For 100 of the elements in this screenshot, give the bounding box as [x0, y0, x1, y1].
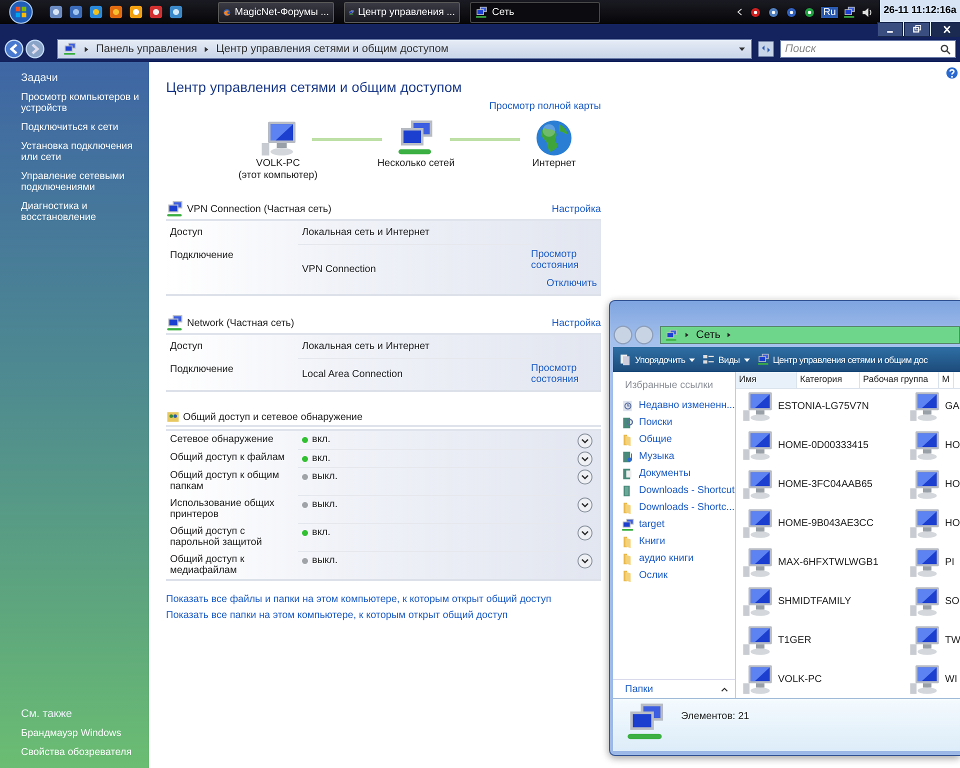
restore-button[interactable]: [904, 22, 930, 37]
expand-button[interactable]: [577, 553, 593, 569]
favorite-link[interactable]: Ослик: [613, 567, 735, 584]
address-field[interactable]: Сеть: [660, 326, 960, 344]
sidebar-link[interactable]: Подключиться к сети: [21, 122, 149, 133]
expand-button[interactable]: [577, 525, 593, 541]
favorite-link[interactable]: Документы: [613, 465, 735, 482]
item-label[interactable]: HO: [945, 518, 960, 528]
refresh-button[interactable]: [758, 40, 774, 58]
favorite-link[interactable]: Книги: [613, 533, 735, 550]
expand-button[interactable]: [577, 451, 593, 467]
sidebar-link[interactable]: Просмотр компьютеров и устройств: [21, 92, 149, 114]
pages-icon: [619, 353, 632, 366]
tray-icon: [785, 6, 798, 18]
item-label[interactable]: ESTONIA-LG75V7N: [778, 400, 869, 412]
settings-link[interactable]: Настройка: [552, 204, 601, 214]
toolbar-button[interactable]: Центр управления сетями и общим дос: [756, 353, 928, 366]
status-text: выкл.: [312, 471, 338, 482]
sidebar-link[interactable]: Управление сетевыми подключениями: [21, 171, 149, 193]
node-label: VOLK-PC: [256, 158, 300, 170]
setting-label: Сетевое обнаружение: [169, 433, 274, 447]
status-link[interactable]: Отключить: [546, 278, 597, 289]
search-field[interactable]: Поиск: [780, 40, 956, 58]
breadcrumb-item[interactable]: Панель управления: [96, 43, 198, 55]
expand-button[interactable]: [577, 433, 593, 449]
favorite-link[interactable]: Downloads - Shortc...: [613, 499, 735, 516]
favorite-link[interactable]: Недавно измененн...: [613, 397, 735, 414]
speaker-icon: [861, 6, 874, 18]
row-value: VPN Connection: [302, 264, 376, 275]
clock-icon: [621, 399, 635, 413]
item-label[interactable]: PI: [945, 556, 954, 568]
launcher-icon[interactable]: [89, 5, 103, 19]
taskbar-button[interactable]: MagicNet-Форумы ...: [218, 2, 334, 22]
favorite-link[interactable]: Поиски: [613, 414, 735, 431]
settings-link[interactable]: Настройка: [552, 318, 601, 328]
breadcrumb-item[interactable]: Сеть: [696, 329, 720, 341]
chevron-icon[interactable]: [736, 7, 744, 17]
setting-label: Общий доступ с парольной защитой: [169, 525, 263, 550]
clock: 26-11 11:12:16а: [884, 4, 956, 16]
share-link[interactable]: Показать все папки на этом компьютере, к которым открыт общий доступ: [166, 610, 601, 621]
network-icon: [475, 6, 488, 18]
sidebar-link[interactable]: Установка подключения или сети: [21, 141, 149, 163]
help-button[interactable]: [946, 67, 958, 79]
status-link[interactable]: Просмотр состояния: [531, 249, 597, 271]
item-label[interactable]: HOME-9B043AE3CC: [778, 518, 874, 528]
item-label[interactable]: HO: [945, 478, 960, 490]
close-button[interactable]: [931, 22, 960, 37]
item-label[interactable]: T1GER: [778, 634, 812, 646]
row-label: Подключение: [169, 249, 234, 263]
launcher-icon[interactable]: [49, 5, 63, 19]
column-header[interactable]: М: [939, 372, 954, 388]
launcher-icon[interactable]: [69, 5, 83, 19]
status-text: выкл.: [312, 555, 338, 566]
share-link[interactable]: Показать все файлы и папки на этом компьютере, к которым открыт общий доступ: [166, 594, 601, 605]
computer-icon: [740, 662, 774, 696]
column-header[interactable]: Имя: [736, 372, 797, 388]
forward-button[interactable]: [25, 39, 45, 59]
item-label[interactable]: HOME-3FC04AAB65: [778, 478, 872, 490]
computer-icon: [740, 506, 774, 540]
breadcrumb-item[interactable]: Центр управления сетями и общим доступом: [216, 43, 448, 55]
expand-button[interactable]: [577, 469, 593, 485]
column-header[interactable]: Рабочая группа: [860, 372, 939, 388]
collapse-icon: [720, 685, 729, 694]
toolbar-button[interactable]: Виды: [702, 353, 751, 366]
launcher-icon[interactable]: [109, 5, 123, 19]
page-title: Центр управления сетями и общим доступом: [166, 79, 463, 95]
sidebar-link[interactable]: Диагностика и восстановление: [21, 201, 149, 223]
sharing-icon: [166, 410, 180, 424]
item-label[interactable]: MAX-6HFXTWLWGB1: [778, 556, 878, 568]
connection-line: [312, 138, 382, 141]
item-label[interactable]: HO: [945, 440, 960, 450]
item-label[interactable]: GA: [945, 400, 960, 412]
launcher-icon[interactable]: [129, 5, 143, 19]
item-label[interactable]: SO: [945, 596, 960, 606]
item-label[interactable]: VOLK-PC: [778, 674, 822, 684]
network-icon: [843, 6, 856, 18]
row-label: Доступ: [169, 340, 204, 354]
favorite-link[interactable]: аудио книги: [613, 550, 735, 567]
favorite-link[interactable]: Общие: [613, 431, 735, 448]
toolbar-button[interactable]: Упорядочить: [619, 353, 696, 366]
launcher-icon[interactable]: [169, 5, 183, 19]
expand-button[interactable]: [577, 497, 593, 513]
status-link[interactable]: Просмотр состояния: [531, 363, 597, 385]
full-map-link[interactable]: Просмотр полной карты: [489, 101, 601, 112]
favorite-link[interactable]: Музыка: [613, 448, 735, 465]
favorite-link[interactable]: target: [613, 516, 735, 533]
taskbar-button[interactable]: Центр управления ...: [344, 2, 460, 22]
favorite-link[interactable]: Downloads - Shortcut: [613, 482, 735, 499]
taskbar-button[interactable]: Сеть: [470, 2, 600, 22]
address-field[interactable]: Панель управления Центр управления сетями и общим доступом: [57, 39, 752, 59]
column-header[interactable]: Категория: [797, 372, 860, 388]
globe-icon: [534, 118, 574, 158]
item-label[interactable]: SHMIDTFAMILY: [778, 596, 852, 606]
network-icon: [166, 200, 184, 218]
item-label[interactable]: HOME-0D00333415: [778, 440, 869, 450]
minimize-button[interactable]: [877, 22, 903, 37]
language-indicator[interactable]: Ru: [821, 6, 838, 18]
back-button[interactable]: [4, 39, 24, 59]
launcher-icon[interactable]: [149, 5, 163, 19]
item-label[interactable]: WI: [945, 674, 958, 684]
